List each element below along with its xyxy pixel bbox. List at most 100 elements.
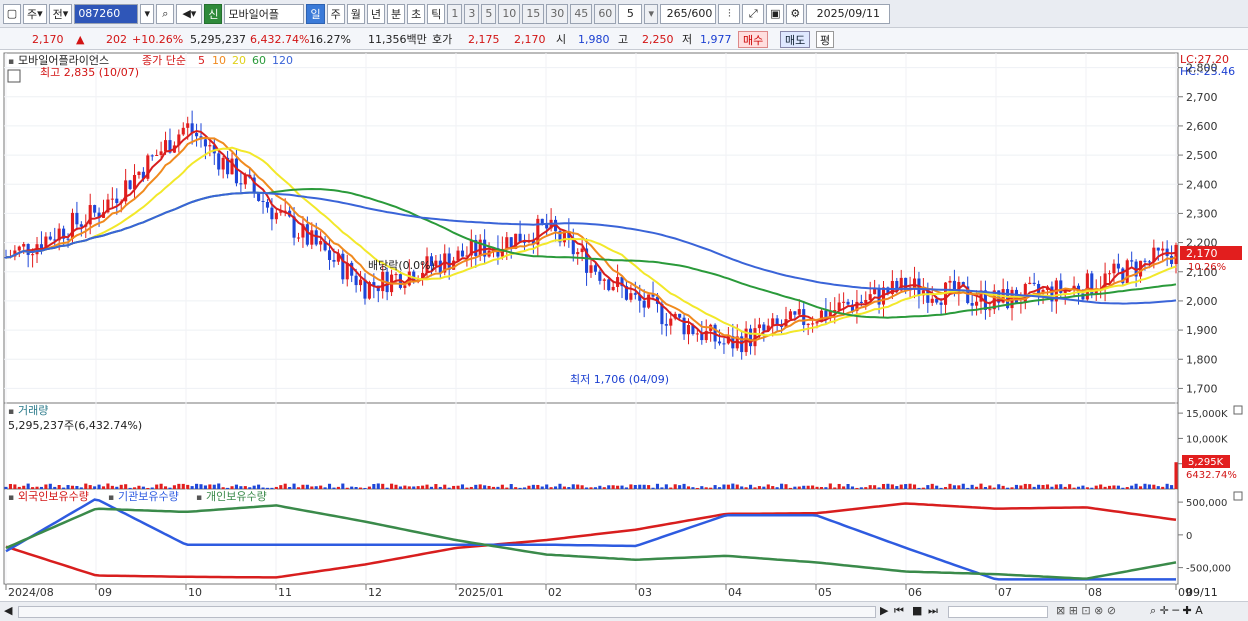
chevron-down-icon[interactable]: ▾ [644, 3, 659, 24]
volume-bar [997, 484, 1001, 489]
volume-bar [97, 484, 101, 489]
period-month-button[interactable]: 월 [346, 3, 365, 24]
volume-bar [79, 487, 83, 489]
volume-bar [323, 487, 327, 489]
scroll-left-icon[interactable]: ◀ [4, 604, 12, 617]
stock-chart[interactable]: ▪ 모바일어플라이언스 종가 단순 5 10 20 60 120 최고 2,83… [0, 50, 1248, 601]
volume-bar [199, 484, 203, 489]
candle-body [717, 341, 722, 344]
draw-icon[interactable]: ⤢ [742, 3, 765, 24]
search-icon[interactable]: ⌕ [156, 3, 175, 24]
volume-bar [1068, 484, 1072, 489]
minute-60-button[interactable]: 60 [594, 3, 617, 24]
speaker-icon[interactable]: ◀▾ [176, 3, 203, 24]
interval-input[interactable]: 5 [618, 3, 643, 24]
volume-bar [372, 484, 376, 489]
holdings-label-foreign: 외국인보유수량 [18, 490, 89, 503]
rewind-icon[interactable]: ⏮ [894, 604, 904, 618]
period-year-button[interactable]: 년 [366, 3, 385, 24]
prev-select[interactable]: 전 ▾ [48, 3, 73, 24]
holdings-tick-label: 500,000 [1186, 498, 1227, 509]
date-input[interactable]: 2025/09/11 [806, 3, 891, 24]
period-second-button[interactable]: 초 [407, 3, 426, 24]
volume-bar [363, 487, 367, 489]
zoom-icons[interactable]: ⌕ ✛ ─ ✚ A [1150, 604, 1203, 618]
volume-bar [319, 485, 323, 489]
forward-icon[interactable]: ⏭ [928, 604, 938, 618]
candle-body [970, 302, 974, 306]
volume-bar [226, 487, 230, 489]
minute-15-button[interactable]: 15 [522, 3, 545, 24]
volume-bar [190, 486, 194, 489]
volume-bar [1152, 484, 1156, 489]
close-icon[interactable] [1233, 405, 1243, 415]
minute-3-button[interactable]: 3 [464, 3, 480, 24]
volume-bar [1059, 484, 1063, 489]
volume-bar [593, 487, 597, 489]
scroll-track[interactable] [18, 606, 876, 618]
period-minute-button[interactable]: 분 [386, 3, 406, 24]
candle-body [234, 158, 238, 184]
volume-bar [26, 483, 30, 489]
volume-bar [633, 484, 637, 489]
dividend-annotation: 배당락(0.0%) [368, 259, 435, 272]
chevron-down-icon[interactable]: ▾ [140, 3, 155, 24]
period-week-button[interactable]: 주 [326, 3, 345, 24]
volume-bar [735, 484, 739, 489]
volume-bar [686, 486, 691, 489]
candle-body [611, 286, 615, 291]
candle-body [1143, 260, 1147, 262]
window-icon[interactable]: ▢ [3, 3, 21, 24]
stop-icon[interactable]: ■ [912, 604, 922, 617]
sell-button[interactable]: 매도 [780, 31, 811, 48]
count-field[interactable]: 265/600 [660, 3, 717, 24]
candle-icon[interactable]: ⫶ [718, 3, 741, 24]
minute-30-button[interactable]: 30 [546, 3, 569, 24]
ratio-tag: 6432.74% [1186, 470, 1237, 481]
stock-code-input[interactable]: 087260 [74, 3, 139, 24]
minute-45-button[interactable]: 45 [570, 3, 593, 24]
panel-dot-icon: ▪ [8, 407, 14, 417]
candle-body [749, 328, 753, 347]
candle-body [633, 293, 637, 295]
volume-bar [265, 487, 270, 489]
candle-body [607, 279, 611, 291]
low-value: 1,977 [700, 33, 732, 46]
volume-bar [1174, 462, 1178, 489]
volume-bar [1121, 487, 1125, 489]
candle-body [239, 183, 243, 185]
type-select[interactable]: 주 ▾ [23, 3, 47, 24]
volume-bar [1081, 485, 1085, 489]
minute-5-button[interactable]: 5 [481, 3, 497, 24]
chart-scrollbar[interactable]: ◀ ▶ ⏮ ■ ⏭ ⊠ ⊞ ⊡ ⊗ ⊘ ⌕ ✛ ─ ✚ A [0, 601, 1248, 621]
candle-body [602, 279, 606, 281]
volume-bar [429, 486, 433, 489]
volume-bar [146, 487, 150, 489]
zoom-slider[interactable] [948, 606, 1048, 618]
volume-bar [425, 484, 429, 489]
candle-body [296, 237, 301, 239]
volume-bar [421, 485, 425, 489]
grid-icon[interactable] [7, 69, 21, 83]
gear-icon[interactable]: ⚙ [786, 3, 805, 24]
minute-1-button[interactable]: 1 [447, 3, 463, 24]
save-icon[interactable]: ▣ [766, 3, 785, 24]
volume-bar [1156, 486, 1160, 489]
volume-bar [988, 485, 992, 489]
low-label: 저 [682, 33, 693, 46]
period-day-button[interactable]: 일 [306, 3, 325, 24]
volume-bar [469, 486, 473, 489]
price-tick-label: 1,900 [1186, 324, 1218, 337]
buy-button[interactable]: 매수 [738, 31, 769, 48]
volume-bar [13, 484, 17, 489]
avg-button[interactable]: 평 [816, 31, 835, 48]
period-tick-button[interactable]: 틱 [427, 3, 446, 24]
tool-icons[interactable]: ⊠ ⊞ ⊡ ⊗ ⊘ [1056, 604, 1116, 617]
close-icon[interactable] [1233, 491, 1243, 501]
scroll-right-icon[interactable]: ▶ [880, 604, 888, 617]
volume-bar [531, 484, 535, 489]
volume-bar [1014, 484, 1018, 489]
candle-body [1147, 261, 1151, 263]
candle-body [598, 271, 602, 281]
minute-10-button[interactable]: 10 [498, 3, 521, 24]
